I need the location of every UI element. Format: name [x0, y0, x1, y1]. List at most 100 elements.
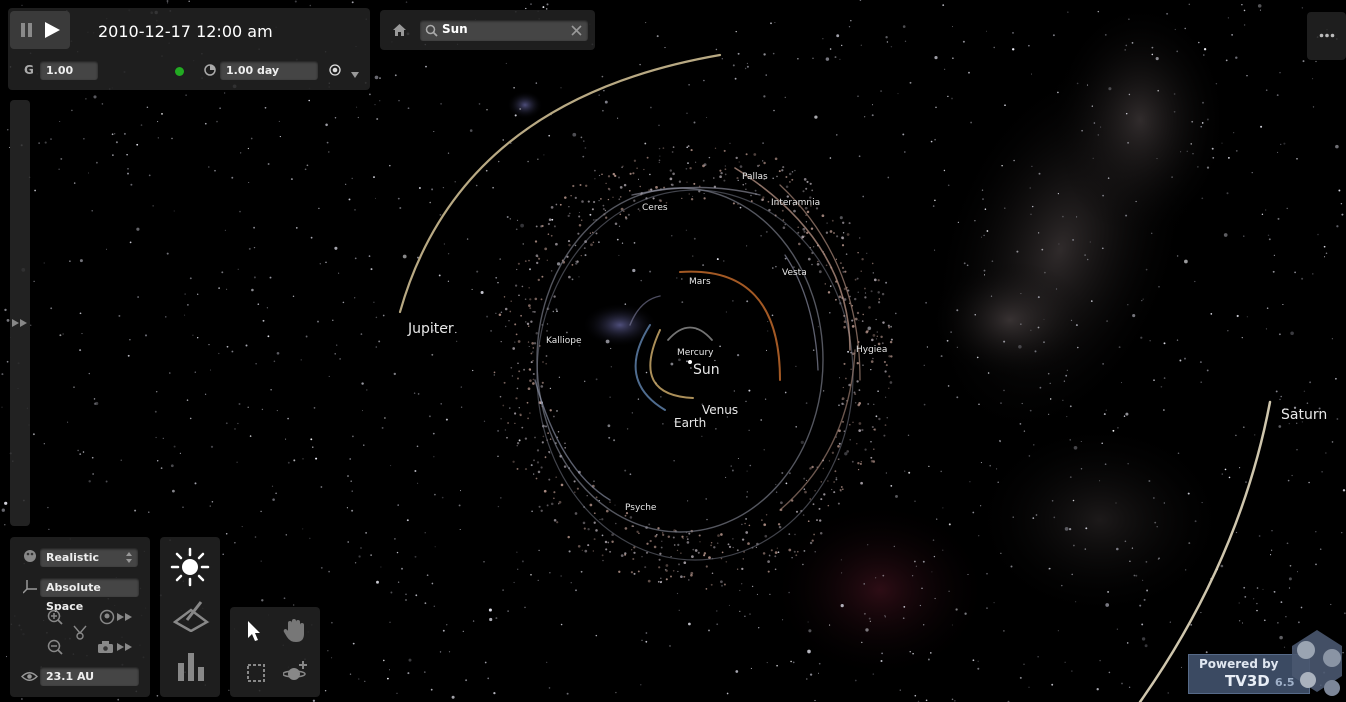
venus-label[interactable]: Venus [702, 403, 738, 417]
sun-label[interactable]: Sun [693, 362, 720, 378]
star [278, 120, 280, 122]
search-input[interactable]: Sun [442, 22, 468, 36]
star [152, 205, 154, 207]
sun-marker[interactable] [688, 360, 692, 364]
star [745, 517, 748, 520]
interamnia-label[interactable]: Interamnia [771, 198, 820, 208]
mars-label[interactable]: Mars [689, 277, 711, 287]
asteroid [884, 424, 887, 426]
star [157, 121, 159, 123]
asteroid [776, 175, 778, 178]
gravity-input[interactable]: 1.00 [40, 61, 98, 80]
asteroid [555, 476, 558, 479]
face-track-icon[interactable] [99, 609, 115, 625]
distance-field[interactable]: 23.1 AU [40, 667, 139, 686]
star [442, 629, 445, 632]
star [325, 261, 327, 264]
side-drawer[interactable] [10, 100, 30, 526]
star [686, 112, 688, 114]
star [1340, 202, 1343, 205]
star [925, 699, 928, 702]
star [923, 364, 925, 366]
camera-icon[interactable] [98, 641, 113, 653]
asteroid [532, 372, 535, 376]
render-mode-select[interactable]: Realistic [40, 548, 138, 567]
chart-icon[interactable] [176, 649, 206, 681]
zoom-out-icon[interactable] [47, 639, 63, 655]
star [1, 406, 3, 408]
star [1312, 78, 1314, 80]
star [234, 542, 236, 544]
more-icon[interactable] [1319, 33, 1335, 38]
star [216, 120, 218, 123]
asteroid [524, 260, 527, 262]
close-icon[interactable] [571, 25, 582, 36]
star [1279, 71, 1281, 74]
forward-icon[interactable] [117, 613, 133, 621]
star [1092, 157, 1094, 159]
asteroid [527, 387, 531, 391]
star [1043, 341, 1045, 344]
star [914, 500, 916, 502]
pointer-icon[interactable] [246, 620, 262, 642]
asteroid [548, 478, 551, 481]
star [1044, 271, 1046, 274]
star [1203, 48, 1207, 51]
star [980, 236, 983, 238]
clock-icon [204, 64, 216, 76]
star [1301, 7, 1304, 9]
hand-icon[interactable] [283, 619, 305, 643]
play-icon[interactable] [43, 21, 61, 39]
reference-frame-field[interactable]: Absolute Space [40, 578, 139, 613]
home-icon[interactable] [393, 24, 406, 36]
asteroid [582, 521, 586, 525]
star [162, 437, 164, 440]
asteroid [878, 298, 881, 300]
fast-forward-icon[interactable] [12, 319, 28, 327]
pause-icon[interactable] [20, 22, 34, 38]
star [775, 484, 777, 486]
star [637, 398, 640, 400]
add-planet-icon[interactable] [283, 659, 309, 683]
ceres-label[interactable]: Ceres [642, 203, 668, 213]
time-step-input[interactable]: 1.00 day [220, 61, 318, 80]
star [6, 360, 9, 363]
star [881, 652, 883, 655]
star [530, 3, 532, 5]
chevron-down-icon[interactable] [351, 71, 359, 79]
asteroid [857, 462, 860, 465]
asteroid [860, 270, 862, 272]
kalliope-label[interactable]: Kalliope [546, 336, 582, 346]
asteroid [538, 505, 541, 508]
star [870, 368, 872, 371]
star [455, 331, 457, 334]
search-box[interactable]: Sun [420, 20, 588, 41]
asteroid [767, 200, 770, 203]
jupiter-label[interactable]: Jupiter [408, 321, 454, 337]
hygiea-label[interactable]: Hygiea [856, 345, 887, 355]
star [1062, 215, 1064, 218]
orbit-view-icon[interactable] [72, 624, 88, 640]
target-icon[interactable] [329, 64, 341, 76]
zoom-in-icon[interactable] [47, 609, 63, 625]
star [1283, 142, 1286, 145]
saturn-label[interactable]: Saturn [1281, 407, 1327, 423]
star [790, 660, 792, 663]
sun-icon[interactable] [170, 547, 210, 587]
plane-grid-icon[interactable] [173, 600, 209, 632]
current-date[interactable]: 2010-12-17 12:00 am [98, 22, 273, 41]
vesta-label[interactable]: Vesta [782, 268, 807, 278]
star [513, 581, 515, 584]
selection-icon[interactable] [246, 663, 266, 683]
asteroid [806, 210, 810, 214]
star [369, 93, 371, 96]
star [719, 345, 721, 348]
psyche-label[interactable]: Psyche [625, 503, 656, 513]
forward-icon[interactable] [117, 643, 133, 651]
asteroid [819, 519, 822, 522]
mercury-label[interactable]: Mercury [677, 348, 713, 358]
earth-label[interactable]: Earth [674, 416, 706, 430]
asteroid [521, 285, 524, 288]
pallas-label[interactable]: Pallas [742, 172, 768, 182]
star [91, 456, 94, 459]
